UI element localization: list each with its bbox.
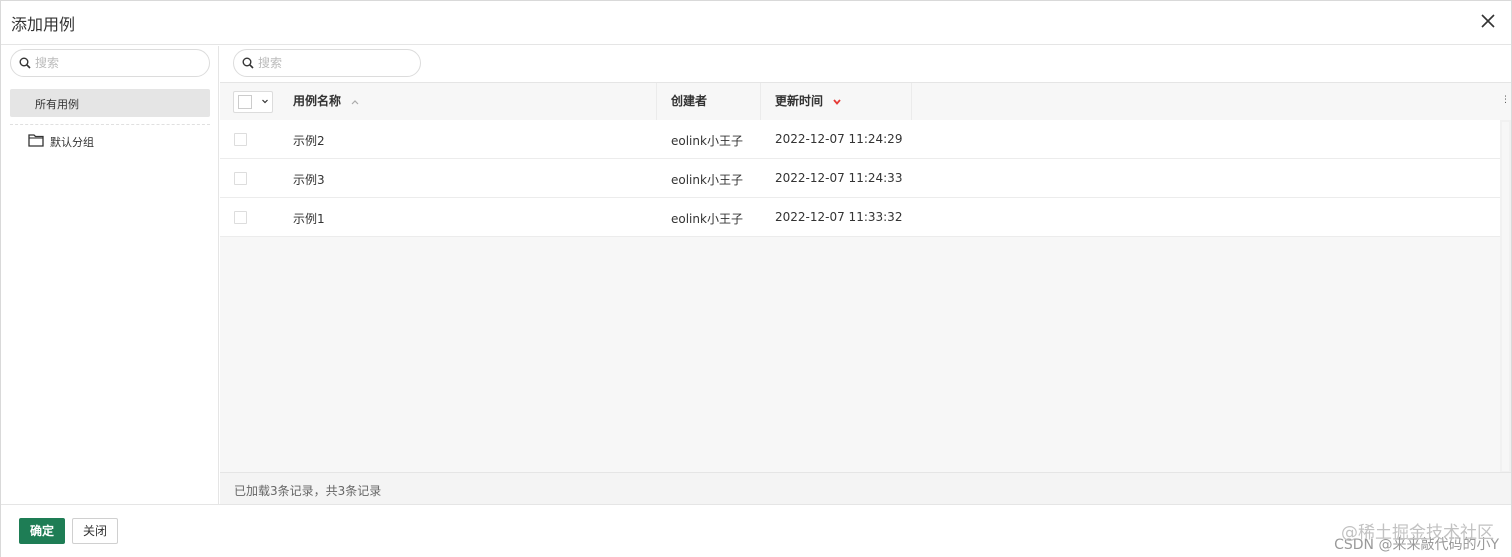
column-label: 用例名称	[293, 94, 342, 108]
case-updated-time: 2022-12-07 11:24:33	[775, 171, 903, 185]
case-search[interactable]	[233, 49, 421, 77]
scrollbar-thumb[interactable]	[1502, 122, 1509, 471]
close-button[interactable]: 关闭	[72, 518, 118, 544]
case-updated-time: 2022-12-07 11:33:32	[775, 210, 903, 224]
watermark: @稀土掘金技术社区 CSDN @来来敲代码的小Y	[1334, 523, 1499, 554]
sort-ascending-icon	[351, 99, 359, 105]
chevron-down-icon	[261, 97, 269, 105]
sort-descending-icon	[833, 98, 841, 105]
table-header-edge: ⋮	[1500, 83, 1511, 120]
status-bar: 已加载3条记录，共3条记录	[220, 472, 1511, 504]
table-body: 示例2 eolink小王子 2022-12-07 11:24:29 示例3 eo…	[220, 120, 1500, 473]
divider	[10, 124, 210, 125]
row-checkbox[interactable]	[234, 172, 247, 185]
sidebar-item-label: 默认分组	[50, 136, 94, 149]
table-row[interactable]: 示例3 eolink小王子 2022-12-07 11:24:33	[220, 159, 1500, 198]
column-header-name[interactable]: 用例名称	[220, 83, 657, 120]
dialog-title: 添加用例	[11, 15, 76, 34]
case-name: 示例1	[293, 212, 325, 226]
table-row[interactable]: 示例2 eolink小王子 2022-12-07 11:24:29	[220, 120, 1500, 159]
case-search-input[interactable]	[258, 54, 412, 72]
table-row[interactable]: 示例1 eolink小王子 2022-12-07 11:33:32	[220, 198, 1500, 237]
table-scrollbar[interactable]	[1500, 120, 1511, 473]
add-case-dialog: 添加用例 所有用例 默认分组	[0, 0, 1512, 557]
sidebar-item-all-cases[interactable]: 所有用例	[10, 89, 210, 117]
dialog-footer: 确定 关闭	[1, 504, 1511, 557]
case-creator: eolink小王子	[671, 212, 743, 226]
sidebar-search-input[interactable]	[35, 54, 201, 72]
sidebar-item-label: 所有用例	[35, 98, 79, 111]
column-label: 创建者	[671, 94, 708, 108]
case-table: 用例名称 创建者 更新时间 ⋮ 示例2 eolink小王子 2022-12-07…	[220, 82, 1511, 473]
search-icon	[242, 57, 254, 69]
column-label: 更新时间	[775, 94, 824, 108]
confirm-button[interactable]: 确定	[19, 518, 65, 544]
dialog-header: 添加用例	[1, 1, 1511, 45]
table-rows: 示例2 eolink小王子 2022-12-07 11:24:29 示例3 eo…	[220, 120, 1500, 237]
case-creator: eolink小王子	[671, 173, 743, 187]
case-list-panel: 用例名称 创建者 更新时间	[220, 46, 1511, 504]
case-name: 示例3	[293, 173, 325, 187]
case-updated-time: 2022-12-07 11:24:29	[775, 132, 903, 146]
close-icon[interactable]	[1479, 12, 1497, 30]
case-creator: eolink小王子	[671, 134, 743, 148]
table-header: 用例名称 创建者 更新时间	[220, 83, 1500, 120]
select-all-checkbox[interactable]	[238, 95, 252, 109]
search-icon	[19, 57, 31, 69]
folder-icon	[28, 133, 44, 147]
sidebar-search[interactable]	[10, 49, 210, 77]
row-checkbox[interactable]	[234, 133, 247, 146]
watermark-juejin: @稀土掘金技术社区	[1341, 523, 1494, 543]
record-count-text: 已加载3条记录，共3条记录	[234, 484, 382, 498]
scroll-marker-icon: ⋮	[1501, 95, 1510, 105]
case-name: 示例2	[293, 134, 325, 148]
row-checkbox[interactable]	[234, 211, 247, 224]
column-header-creator[interactable]: 创建者	[657, 83, 761, 120]
select-all-dropdown[interactable]	[233, 91, 273, 113]
column-header-updated[interactable]: 更新时间	[761, 83, 912, 120]
group-sidebar: 所有用例 默认分组	[1, 46, 219, 504]
